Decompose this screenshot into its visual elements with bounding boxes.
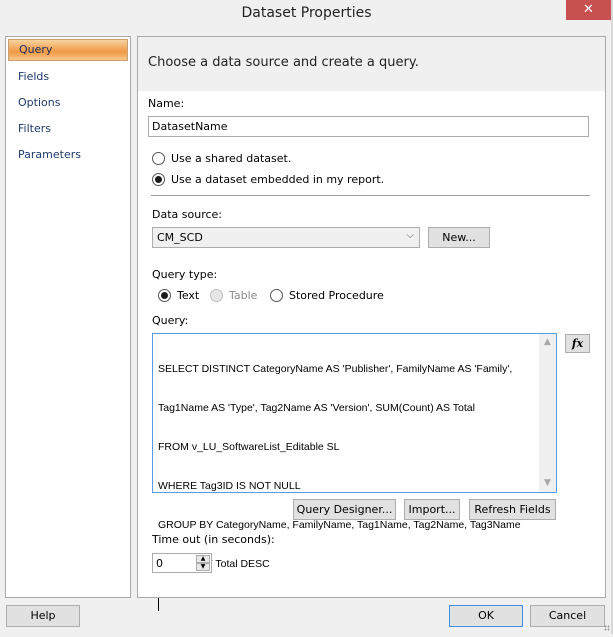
data-source-value: CM_SCD — [157, 231, 203, 244]
query-text: SELECT DISTINCT CategoryName AS 'Publish… — [158, 337, 538, 637]
sidebar-item-query[interactable]: Query — [8, 39, 128, 61]
sidebar-nav: Query Fields Options Filters Parameters — [5, 36, 131, 598]
sidebar-item-options[interactable]: Options — [8, 92, 128, 114]
decrement-icon[interactable]: ▼ — [196, 563, 210, 571]
radio-button[interactable] — [152, 152, 165, 165]
query-line: WHERE Tag3ID IS NOT NULL — [158, 480, 301, 492]
query-line: ORDER BY Total DESC — [158, 558, 270, 570]
data-source-label: Data source: — [152, 208, 222, 221]
query-type-table-option: Table — [210, 289, 257, 302]
name-field[interactable]: DatasetName — [148, 116, 589, 137]
title-bar: Dataset Properties ✕ — [0, 0, 613, 30]
query-line: Tag1Name AS 'Type', Tag2Name AS 'Version… — [158, 402, 475, 414]
embedded-dataset-option[interactable]: Use a dataset embedded in my report. — [152, 173, 384, 186]
radio-label: Stored Procedure — [289, 289, 384, 302]
query-line: SELECT DISTINCT CategoryName AS 'Publish… — [158, 363, 513, 375]
scroll-down-icon[interactable]: ▼ — [539, 475, 556, 492]
data-source-dropdown[interactable]: CM_SCD ⌵ — [152, 227, 420, 248]
new-data-source-button[interactable]: New... — [428, 227, 490, 248]
query-designer-button[interactable]: Query Designer... — [293, 499, 396, 520]
query-type-stored-procedure-option[interactable]: Stored Procedure — [270, 289, 384, 302]
radio-label: Use a dataset embedded in my report. — [171, 173, 385, 186]
query-scrollbar[interactable]: ▲ ▼ — [539, 334, 556, 492]
scroll-up-icon[interactable]: ▲ — [539, 334, 556, 351]
sidebar-item-filters[interactable]: Filters — [8, 118, 128, 140]
query-label: Query: — [152, 314, 189, 327]
sidebar-item-fields[interactable]: Fields — [8, 66, 128, 88]
expression-button[interactable]: fx — [565, 334, 590, 353]
query-type-label: Query type: — [152, 268, 218, 281]
page-heading: Choose a data source and create a query. — [148, 55, 419, 70]
shared-dataset-option[interactable]: Use a shared dataset. — [152, 152, 291, 165]
function-icon: fx — [571, 337, 584, 350]
radio-label: Text — [177, 289, 200, 302]
query-textarea[interactable]: SELECT DISTINCT CategoryName AS 'Publish… — [152, 333, 557, 611]
timeout-stepper[interactable]: 0 ▲ ▼ — [152, 553, 212, 573]
radio-button[interactable] — [270, 289, 283, 302]
query-panel: Choose a data source and create a query.… — [137, 36, 606, 611]
import-button[interactable]: Import... — [404, 499, 460, 520]
query-line: GROUP BY CategoryName, FamilyName, Tag1N… — [158, 519, 521, 531]
close-icon: ✕ — [583, 2, 594, 17]
text-cursor — [158, 598, 159, 611]
radio-button[interactable] — [158, 289, 171, 302]
name-label: Name: — [148, 97, 185, 110]
window-title: Dataset Properties — [241, 5, 372, 21]
radio-button — [210, 289, 223, 302]
sidebar-item-parameters[interactable]: Parameters — [8, 144, 128, 166]
cancel-button[interactable]: Cancel — [530, 605, 605, 627]
close-button[interactable]: ✕ — [566, 0, 611, 20]
refresh-fields-button[interactable]: Refresh Fields — [469, 499, 556, 520]
chevron-down-icon: ⌵ — [406, 230, 414, 241]
divider — [151, 195, 590, 196]
radio-label: Use a shared dataset. — [171, 152, 292, 165]
timeout-value[interactable]: 0 — [156, 557, 163, 570]
radio-button[interactable] — [152, 173, 165, 186]
header-band: Choose a data source and create a query. — [138, 37, 605, 91]
ok-button[interactable]: OK — [449, 605, 523, 627]
query-line: FROM v_LU_SoftwareList_Editable SL — [158, 441, 340, 453]
resize-grip-icon[interactable] — [604, 625, 610, 631]
help-button[interactable]: Help — [6, 605, 80, 627]
query-type-text-option[interactable]: Text — [158, 289, 199, 302]
increment-icon[interactable]: ▲ — [196, 555, 210, 563]
timeout-label: Time out (in seconds): — [152, 533, 275, 546]
radio-label: Table — [229, 289, 258, 302]
